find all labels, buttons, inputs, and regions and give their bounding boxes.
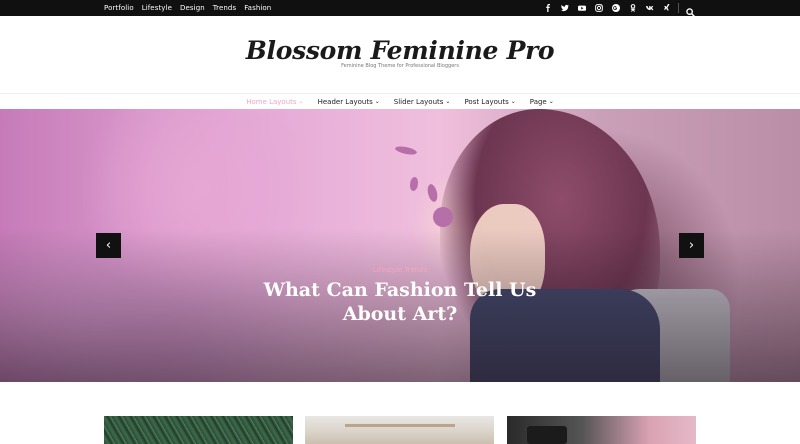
chevron-right-icon: › — [688, 238, 695, 253]
nav-item-label: Home Layouts — [246, 97, 297, 106]
top-nav-fashion[interactable]: Fashion — [244, 4, 271, 12]
chevron-down-icon: ⌄ — [510, 97, 516, 105]
post-card-thumbnail[interactable] — [507, 416, 696, 444]
thumbnail-detail — [345, 424, 455, 427]
chevron-down-icon: ⌄ — [548, 97, 554, 105]
nav-item-label: Slider Layouts — [393, 97, 444, 106]
top-nav-design[interactable]: Design — [180, 4, 205, 12]
flower-petal — [425, 183, 440, 203]
chevron-down-icon: ⌄ — [374, 97, 380, 105]
flower-petal — [410, 177, 418, 191]
top-nav-portfolio[interactable]: Portfolio — [104, 4, 134, 12]
chevron-left-icon: ‹ — [105, 238, 112, 253]
post-card-thumbnail[interactable] — [104, 416, 293, 444]
slide-categories[interactable]: Lifestyle Trends — [0, 266, 800, 274]
twitter-icon[interactable] — [561, 4, 569, 12]
top-nav-trends[interactable]: Trends — [213, 4, 236, 12]
top-bar-divider — [678, 3, 679, 13]
slider-next-button[interactable]: › — [679, 233, 704, 258]
youtube-icon[interactable] — [578, 4, 586, 12]
featured-posts — [0, 382, 800, 444]
chevron-down-icon: ⌄ — [445, 97, 451, 105]
nav-item-post-layouts[interactable]: Post Layouts ⌄ — [464, 98, 515, 106]
search-icon[interactable] — [686, 4, 695, 17]
instagram-icon[interactable] — [595, 4, 603, 12]
post-card-thumbnail[interactable] — [305, 416, 494, 444]
top-navigation: Portfolio Lifestyle Design Trends Fashio… — [104, 0, 271, 16]
thumbnail-camera — [527, 426, 567, 444]
nav-item-label: Post Layouts — [464, 97, 509, 106]
flower-petal — [394, 144, 418, 157]
site-title[interactable]: Blossom Feminine Pro — [0, 36, 800, 65]
top-bar: Portfolio Lifestyle Design Trends Fashio… — [0, 0, 800, 17]
social-links — [544, 0, 671, 16]
slide-caption: Lifestyle Trends What Can Fashion Tell U… — [0, 266, 800, 326]
site-tagline: Feminine Blog Theme for Professional Blo… — [341, 63, 459, 69]
nav-item-header-layouts[interactable]: Header Layouts ⌄ — [318, 98, 380, 106]
hero-slider: ‹ › Lifestyle Trends What Can Fashion Te… — [0, 109, 800, 382]
top-nav-lifestyle[interactable]: Lifestyle — [142, 4, 172, 12]
xing-icon[interactable] — [663, 4, 671, 12]
vk-icon[interactable] — [646, 4, 654, 12]
google-plus-icon[interactable] — [612, 4, 620, 12]
main-navigation: Home Layouts ⌄ Header Layouts ⌄ Slider L… — [0, 93, 800, 109]
odnoklassniki-icon[interactable] — [629, 4, 637, 12]
site-branding: Blossom Feminine Pro Feminine Blog Theme… — [0, 16, 800, 93]
nav-item-page[interactable]: Page ⌄ — [530, 98, 554, 106]
facebook-icon[interactable] — [544, 4, 552, 12]
slider-prev-button[interactable]: ‹ — [96, 233, 121, 258]
chevron-down-icon: ⌄ — [298, 97, 304, 105]
flower-petal — [433, 207, 453, 227]
nav-item-label: Page — [529, 97, 547, 106]
nav-item-label: Header Layouts — [317, 97, 373, 106]
slide-headline[interactable]: What Can Fashion Tell Us About Art? — [240, 278, 560, 326]
nav-item-slider-layouts[interactable]: Slider Layouts ⌄ — [394, 98, 451, 106]
nav-item-home-layouts[interactable]: Home Layouts ⌄ — [246, 98, 303, 106]
